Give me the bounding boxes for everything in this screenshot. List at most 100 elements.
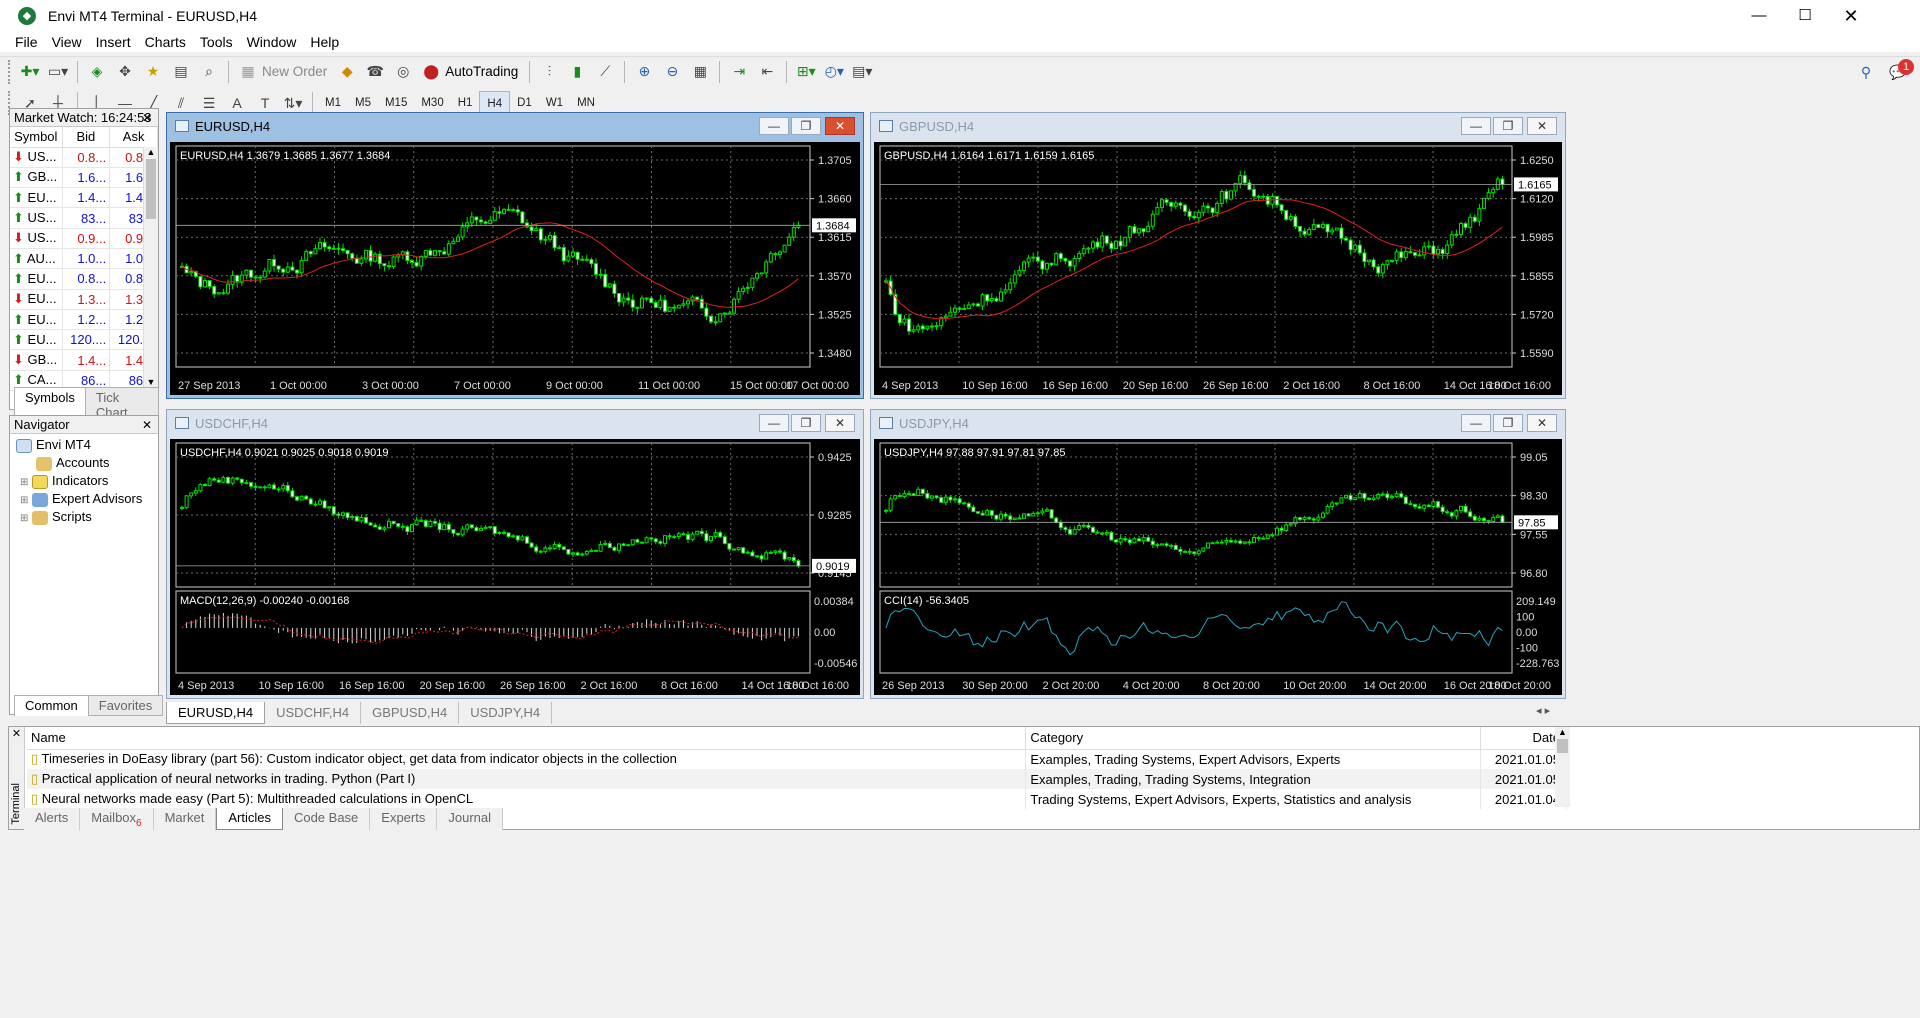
line-chart-icon[interactable]: ⟋	[594, 61, 616, 83]
list-item[interactable]: ⬆ EU... 1.4... 1.4...	[10, 187, 158, 209]
new-order-icon[interactable]: ▦	[237, 61, 259, 83]
close-button[interactable]: ✕	[825, 414, 855, 432]
list-item[interactable]: ⬇ GB... 1.4... 1.4...	[10, 349, 158, 371]
tab-common[interactable]: Common	[14, 695, 89, 716]
new-order-button[interactable]: New Order	[262, 64, 327, 79]
list-item[interactable]: ⬆ EU... 120.... 120....	[10, 329, 158, 351]
metaeditor-icon[interactable]: ◆	[336, 61, 358, 83]
column-header[interactable]: Bid	[62, 127, 111, 148]
autotrading-icon[interactable]: ⬤	[420, 61, 442, 83]
bar-chart-icon[interactable]: ⫶	[538, 61, 560, 83]
navigator-item-expert-advisors[interactable]: ⊞ Expert Advisors	[16, 490, 158, 508]
chart-tab-usdjpy[interactable]: USDJPY,H4	[459, 702, 553, 724]
close-button[interactable]: ✕	[1828, 0, 1874, 32]
list-item[interactable]: ⬆ EU... 0.8... 0.8...	[10, 268, 158, 290]
price-chart[interactable]: 99.05 98.30 97.55 96.80 97.85 USDJPY,H4 97.88…	[874, 439, 1562, 695]
menu-charts[interactable]: Charts	[138, 34, 193, 50]
zoom-in-icon[interactable]: ⊕	[633, 61, 655, 83]
list-item[interactable]: ⬆ GB... 1.6... 1.6...	[10, 167, 158, 189]
list-item[interactable]: ⬆ US... 83... 83...	[10, 207, 158, 229]
list-item[interactable]: ⬇ EU... 1.3... 1.3...	[10, 289, 158, 310]
chart-tabs-scroll[interactable]: ◂ ▸	[1536, 704, 1550, 717]
templates-icon[interactable]: ▤▾	[851, 61, 873, 83]
chart-window-title-bar[interactable]: EURUSD,H4 — ❐ ✕	[167, 113, 863, 140]
restore-button[interactable]: ❐	[1493, 117, 1523, 135]
menu-file[interactable]: File	[8, 34, 45, 50]
column-header[interactable]: Symbol	[10, 127, 63, 148]
tab-code-base[interactable]: Code Base	[283, 808, 371, 830]
candlestick-icon[interactable]: ▮	[566, 61, 588, 83]
list-item[interactable]: ⬇ US... 0.9... 0.9...	[10, 228, 158, 249]
market-watch-scrollbar[interactable]: ▲ ▼	[143, 147, 158, 387]
close-icon[interactable]: ✕	[9, 727, 24, 740]
navigator-item-scripts[interactable]: ⊞ Scripts	[16, 508, 158, 526]
column-header[interactable]: Ask	[109, 127, 158, 148]
tab-mailbox[interactable]: Mailbox6	[80, 808, 154, 830]
tab-journal[interactable]: Journal	[437, 808, 503, 830]
chart-tab-usdchf[interactable]: USDCHF,H4	[265, 702, 362, 724]
restore-button[interactable]: ❐	[1493, 414, 1523, 432]
strategy-tester-icon[interactable]: ⌕	[198, 61, 220, 83]
terminal-icon[interactable]: ▤	[170, 61, 192, 83]
menu-tools[interactable]: Tools	[193, 34, 240, 50]
expand-icon[interactable]: ⊞	[20, 477, 28, 488]
column-header[interactable]: Category	[1025, 727, 1481, 750]
new-chart-icon[interactable]: ✚▾	[19, 61, 41, 83]
chart-shift-icon[interactable]: ⇤	[756, 61, 778, 83]
chart-window-usdjpy[interactable]: USDJPY,H4 — ❐ ✕ 99.05 98.30 97.55 96.80 97.8…	[870, 409, 1566, 699]
chart-tab-eurusd[interactable]: EURUSD,H4	[166, 702, 266, 724]
profiles-icon[interactable]: ▭▾	[47, 61, 69, 83]
chart-tab-gbpusd[interactable]: GBPUSD,H4	[361, 702, 460, 724]
restore-button[interactable]: ❐	[791, 414, 821, 432]
close-button[interactable]: ✕	[1527, 117, 1557, 135]
autotrading-button[interactable]: AutoTrading	[445, 64, 518, 79]
price-chart[interactable]: 1.3705 1.3660 1.3615 1.3570 1.3525 1.3480 1.36…	[170, 142, 860, 395]
tab-favorites[interactable]: Favorites	[87, 695, 164, 716]
fibonacci-icon[interactable]: ☰	[198, 92, 220, 114]
terminal-scrollbar[interactable]: ▲	[1555, 727, 1570, 807]
text-label-icon[interactable]: T	[254, 92, 276, 114]
market-watch-icon[interactable]: ◈	[86, 61, 108, 83]
list-item[interactable]: ⬆ AU... 1.0... 1.0...	[10, 248, 158, 270]
close-icon[interactable]: ✕	[142, 109, 152, 127]
navigator-root[interactable]: Envi MT4	[16, 436, 158, 454]
list-item[interactable]: ⬆ EU... 1.2... 1.2...	[10, 309, 158, 331]
table-row[interactable]: ▯ Neural networks made easy (Part 5): Mu…	[27, 789, 1568, 809]
text-icon[interactable]: A	[226, 92, 248, 114]
menu-window[interactable]: Window	[240, 34, 304, 50]
market-icon[interactable]: ◎	[392, 61, 414, 83]
maximize-button[interactable]: ☐	[1782, 0, 1828, 32]
chart-window-eurusd[interactable]: EURUSD,H4 — ❐ ✕ 1.3705 1.3660 1.3615 1.3570…	[166, 112, 864, 399]
zoom-out-icon[interactable]: ⊖	[661, 61, 683, 83]
tile-windows-icon[interactable]: ▦	[689, 61, 711, 83]
search-icon[interactable]: ⚲	[1855, 61, 1877, 83]
list-item[interactable]: ⬇ US... 0.8... 0.8...	[10, 147, 158, 168]
expand-icon[interactable]: ⊞	[20, 495, 28, 506]
chart-window-title-bar[interactable]: USDCHF,H4 — ❐ ✕	[167, 410, 863, 437]
chart-window-title-bar[interactable]: GBPUSD,H4 — ❐ ✕	[871, 113, 1565, 140]
column-header[interactable]: Name	[27, 727, 1027, 750]
periods-icon[interactable]: ◴▾	[823, 61, 845, 83]
navigator-item-indicators[interactable]: ⊞ Indicators	[16, 472, 158, 490]
table-row[interactable]: ▯ Practical application of neural networ…	[27, 769, 1568, 789]
menu-help[interactable]: Help	[303, 34, 346, 50]
minimize-button[interactable]: —	[759, 414, 789, 432]
menu-view[interactable]: View	[45, 34, 89, 50]
auto-scroll-icon[interactable]: ⇥	[728, 61, 750, 83]
arrows-icon[interactable]: ⇅▾	[282, 92, 304, 114]
close-icon[interactable]: ✕	[142, 416, 152, 434]
minimize-button[interactable]: —	[1461, 414, 1491, 432]
navigator-item-accounts[interactable]: Accounts	[16, 454, 158, 472]
chart-window-usdchf[interactable]: USDCHF,H4 — ❐ ✕ 0.9425 0.9285 0.9145 0.9019…	[166, 409, 864, 699]
data-window-icon[interactable]: ✥	[114, 61, 136, 83]
tab-experts[interactable]: Experts	[370, 808, 438, 830]
price-chart[interactable]: 0.9425 0.9285 0.9145 0.9019 USDCHF,H4 0.9021…	[170, 439, 860, 695]
signals-icon[interactable]: ☎	[364, 61, 386, 83]
equidistant-channel-icon[interactable]: ⫽	[170, 92, 192, 114]
table-row[interactable]: ▯ Timeseries in DoEasy library (part 56)…	[27, 749, 1568, 769]
expand-icon[interactable]: ⊞	[20, 513, 28, 524]
tab-articles[interactable]: Articles	[216, 808, 283, 830]
tab-market[interactable]: Market	[154, 808, 217, 830]
chart-window-gbpusd[interactable]: GBPUSD,H4 — ❐ ✕ 1.6250 1.6120 1.5985 1.5855…	[870, 112, 1566, 399]
minimize-button[interactable]: —	[759, 117, 789, 135]
